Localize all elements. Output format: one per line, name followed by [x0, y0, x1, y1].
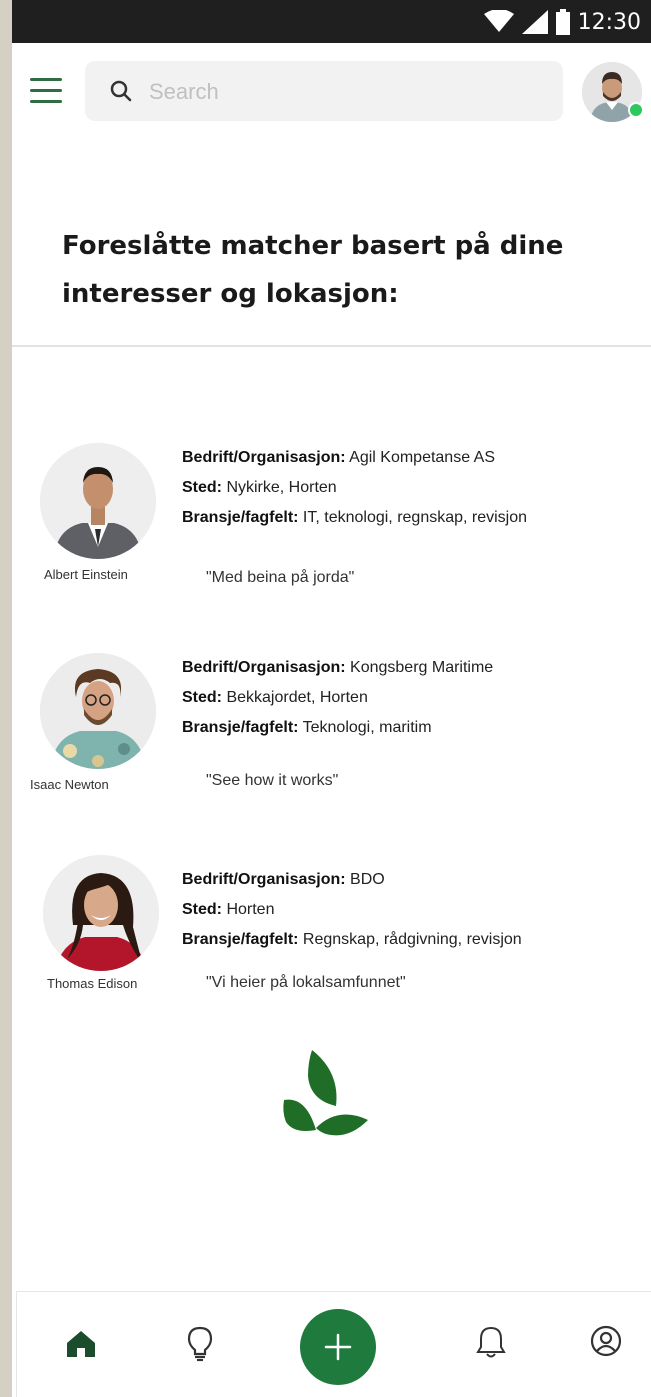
match-quote: "Med beina på jorda" [206, 569, 355, 586]
field-label: Bransje/fagfelt: [182, 719, 299, 736]
menu-icon[interactable] [30, 78, 62, 104]
search-bar[interactable] [85, 61, 563, 121]
lightbulb-icon[interactable] [187, 1326, 213, 1362]
place-row: Sted: Horten [182, 895, 522, 925]
field-label: Bransje/fagfelt: [182, 931, 299, 948]
page-title: Foreslåtte matcher basert på dine intere… [62, 231, 564, 309]
org-value: BDO [345, 871, 385, 888]
match-card[interactable]: Albert Einstein Bedrift/Organisasjon: Ag… [12, 440, 651, 600]
field-value: IT, teknologi, regnskap, revisjon [298, 509, 528, 526]
match-photo [43, 855, 159, 971]
status-bar: 12:30 [12, 0, 651, 43]
match-card[interactable]: Isaac Newton Bedrift/Organisasjon: Kongs… [12, 650, 651, 810]
signal-icon [521, 10, 548, 34]
place-value: Nykirke, Horten [222, 479, 337, 496]
field-row: Bransje/fagfelt: IT, teknologi, regnskap… [182, 503, 527, 533]
place-label: Sted: [182, 689, 222, 706]
search-icon [110, 80, 132, 102]
leaf-logo [283, 1050, 368, 1136]
org-label: Bedrift/Organisasjon: [182, 449, 346, 466]
place-row: Sted: Nykirke, Horten [182, 473, 527, 503]
place-value: Bekkajordet, Horten [222, 689, 368, 706]
status-icons: 12:30 [483, 8, 641, 36]
online-status-dot [628, 102, 644, 118]
org-value: Kongsberg Maritime [345, 659, 494, 676]
match-info: Bedrift/Organisasjon: Kongsberg Maritime… [182, 653, 493, 743]
match-name: Albert Einstein [44, 567, 128, 582]
match-info: Bedrift/Organisasjon: Agil Kompetanse AS… [182, 443, 527, 533]
app-screen: 12:30 Foreslåtte matcher basert på din [12, 0, 651, 1397]
field-row: Bransje/fagfelt: Teknologi, maritim [182, 713, 493, 743]
match-info: Bedrift/Organisasjon: BDO Sted: Horten B… [182, 865, 522, 955]
field-row: Bransje/fagfelt: Regnskap, rådgivning, r… [182, 925, 522, 955]
match-name: Isaac Newton [30, 777, 109, 792]
place-label: Sted: [182, 901, 222, 918]
field-value: Teknologi, maritim [298, 719, 432, 736]
field-value: Regnskap, rådgivning, revisjon [298, 931, 522, 948]
match-quote: "Vi heier på lokalsamfunnet" [206, 974, 406, 991]
org-label: Bedrift/Organisasjon: [182, 659, 346, 676]
match-quote: "See how it works" [206, 772, 339, 789]
divider [12, 345, 651, 347]
place-value: Horten [222, 901, 275, 918]
plus-icon [324, 1333, 352, 1361]
place-label: Sted: [182, 479, 222, 496]
match-photo [40, 443, 156, 559]
field-label: Bransje/fagfelt: [182, 509, 299, 526]
org-label: Bedrift/Organisasjon: [182, 871, 346, 888]
profile-icon[interactable] [590, 1325, 622, 1357]
add-button[interactable] [300, 1309, 376, 1385]
battery-icon [555, 9, 570, 35]
bell-icon[interactable] [476, 1325, 506, 1359]
place-row: Sted: Bekkajordet, Horten [182, 683, 493, 713]
status-time: 12:30 [577, 9, 641, 35]
wifi-icon [483, 10, 514, 32]
org-row: Bedrift/Organisasjon: Agil Kompetanse AS [182, 443, 527, 473]
bottom-navigation [16, 1291, 651, 1397]
org-row: Bedrift/Organisasjon: BDO [182, 865, 522, 895]
org-row: Bedrift/Organisasjon: Kongsberg Maritime [182, 653, 493, 683]
org-value: Agil Kompetanse AS [345, 449, 496, 466]
search-input[interactable] [147, 75, 541, 109]
match-card[interactable]: Thomas Edison Bedrift/Organisasjon: BDO … [12, 852, 651, 1012]
user-avatar[interactable] [582, 62, 644, 122]
match-photo [40, 653, 156, 769]
home-icon[interactable] [66, 1330, 96, 1358]
match-name: Thomas Edison [47, 976, 138, 991]
